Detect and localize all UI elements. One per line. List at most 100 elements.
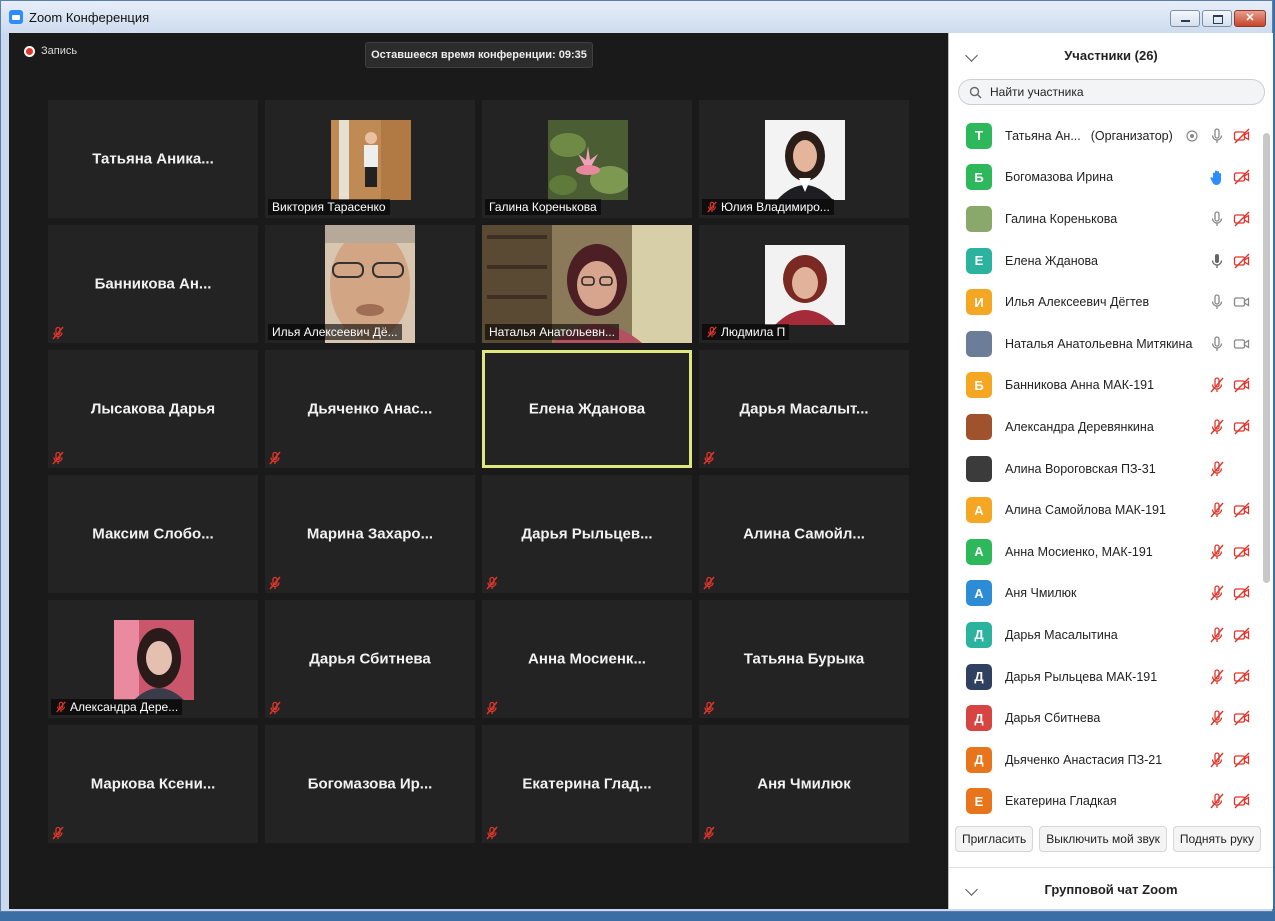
participant-row[interactable]: Д Дарья Рыльцева МАК-191	[949, 656, 1263, 698]
mute-me-button[interactable]: Выключить мой звук	[1039, 826, 1167, 852]
participant-name: Александра Деревянкина	[1005, 419, 1154, 434]
participant-video-tile[interactable]: Илья Алексеевич Дё...	[265, 225, 475, 343]
participant-status-icons	[1208, 573, 1251, 615]
muted-mic-icon[interactable]	[1208, 418, 1226, 436]
camera-off-icon[interactable]	[1233, 210, 1251, 228]
muted-mic-icon[interactable]	[1208, 584, 1226, 602]
muted-mic-icon[interactable]	[1208, 626, 1226, 644]
participant-row[interactable]: Б Богомазова Ирина	[949, 157, 1263, 199]
participant-video-tile[interactable]: Елена Жданова	[482, 350, 692, 468]
recording-indicator[interactable]: Запись	[24, 45, 77, 57]
camera-off-icon[interactable]	[1233, 668, 1251, 686]
camera-off-icon[interactable]	[1233, 626, 1251, 644]
muted-mic-icon[interactable]	[1208, 792, 1226, 810]
search-input[interactable]	[988, 84, 1242, 100]
participant-row[interactable]: Т Татьяна Ан... (Организатор)	[949, 115, 1263, 157]
participant-row[interactable]: А Алина Самойлова МАК-191	[949, 489, 1263, 531]
microphone-icon[interactable]	[1208, 127, 1226, 145]
participant-search[interactable]	[958, 79, 1265, 105]
participant-video-tile[interactable]: Лысакова Дарья	[48, 350, 258, 468]
participant-video-tile[interactable]: Маркова Ксени...	[48, 725, 258, 843]
camera-off-icon[interactable]	[1233, 709, 1251, 727]
participant-video-tile[interactable]: Александра Дере...	[48, 600, 258, 718]
avatar: А	[966, 538, 992, 565]
participant-video-feed	[331, 120, 411, 200]
camera-off-icon[interactable]	[1233, 376, 1251, 394]
participant-video-tile[interactable]: Анна Мосиенк...	[482, 600, 692, 718]
participant-status-icons	[1208, 614, 1251, 656]
muted-mic-icon[interactable]	[1208, 376, 1226, 394]
muted-mic-icon[interactable]	[1208, 543, 1226, 561]
raised-hand-icon[interactable]	[1208, 168, 1226, 186]
participant-video-tile[interactable]: Марина Захаро...	[265, 475, 475, 593]
participant-video-tile[interactable]: Банникова Ан...	[48, 225, 258, 343]
microphone-icon[interactable]	[1208, 210, 1226, 228]
speaking-mic-icon[interactable]	[1208, 252, 1226, 270]
participant-video-tile[interactable]: Алина Самойл...	[699, 475, 909, 593]
participant-row[interactable]: Наталья Анатольевна Митякина	[949, 323, 1263, 365]
participant-video-tile[interactable]: Татьяна Аника...	[48, 100, 258, 218]
participant-row[interactable]: Е Екатерина Гладкая	[949, 781, 1263, 823]
participant-video-feed	[765, 120, 845, 200]
participant-row[interactable]: А Анна Мосиенко, МАК-191	[949, 531, 1263, 573]
camera-off-icon[interactable]	[1233, 127, 1251, 145]
participant-video-tile[interactable]: Галина Коренькова	[482, 100, 692, 218]
participant-row[interactable]: Алина Вороговская ПЗ-31	[949, 448, 1263, 490]
camera-off-icon[interactable]	[1233, 252, 1251, 270]
participant-row[interactable]: Е Елена Жданова	[949, 240, 1263, 282]
participant-row[interactable]: Александра Деревянкина	[949, 406, 1263, 448]
microphone-icon[interactable]	[1208, 293, 1226, 311]
participant-video-tile[interactable]: Наталья Анатольевн...	[482, 225, 692, 343]
participant-video-tile[interactable]: Аня Чмилюк	[699, 725, 909, 843]
microphone-icon[interactable]	[1208, 335, 1226, 353]
participant-row[interactable]: Галина Коренькова	[949, 198, 1263, 240]
camera-off-icon[interactable]	[1233, 584, 1251, 602]
window-controls	[1170, 10, 1266, 27]
participants-header: Участники (26)	[949, 33, 1273, 77]
participant-row[interactable]: Д Дарья Сбитнева	[949, 697, 1263, 739]
participant-row[interactable]: И Илья Алексеевич Дёгтев	[949, 281, 1263, 323]
raise-hand-button[interactable]: Поднять руку	[1172, 826, 1262, 852]
camera-icon[interactable]	[1233, 293, 1251, 311]
muted-mic-icon[interactable]	[1208, 709, 1226, 727]
participant-list-scrollbar[interactable]	[1263, 133, 1270, 583]
camera-off-icon[interactable]	[1233, 543, 1251, 561]
participant-video-tile[interactable]: Дарья Сбитнева	[265, 600, 475, 718]
muted-mic-icon[interactable]	[1208, 668, 1226, 686]
participant-video-tile[interactable]: Людмила П	[699, 225, 909, 343]
camera-icon[interactable]	[1233, 335, 1251, 353]
participant-video-tile[interactable]: Дарья Рыльцев...	[482, 475, 692, 593]
participant-video-tile[interactable]: Юлия Владимиро...	[699, 100, 909, 218]
minimize-button[interactable]	[1170, 10, 1200, 27]
chat-header[interactable]: Групповой чат Zoom	[949, 867, 1273, 910]
close-button[interactable]	[1234, 10, 1266, 27]
participant-video-tile[interactable]: Екатерина Глад...	[482, 725, 692, 843]
muted-mic-icon	[706, 326, 718, 338]
camera-off-icon[interactable]	[1233, 501, 1251, 519]
muted-mic-icon[interactable]	[1208, 460, 1226, 478]
camera-off-icon[interactable]	[1233, 751, 1251, 769]
participant-name: Илья Алексеевич Дёгтев	[1005, 295, 1150, 310]
avatar: Д	[966, 663, 992, 690]
participant-video-tile[interactable]: Максим Слобо...	[48, 475, 258, 593]
title-bar[interactable]: Zoom Конференция	[1, 1, 1272, 33]
participant-video-tile[interactable]: Татьяна Бурыка	[699, 600, 909, 718]
participant-row[interactable]: Б Банникова Анна МАК-191	[949, 365, 1263, 407]
participant-row[interactable]: Д Дарья Масалытина	[949, 614, 1263, 656]
maximize-button[interactable]	[1202, 10, 1232, 27]
camera-off-icon[interactable]	[1233, 792, 1251, 810]
participant-video-tile[interactable]: Дьяченко Анас...	[265, 350, 475, 468]
participant-video-tile[interactable]: Дарья Масалыт...	[699, 350, 909, 468]
muted-mic-icon	[268, 701, 282, 715]
muted-mic-icon[interactable]	[1208, 751, 1226, 769]
participant-row[interactable]: Д Дьяченко Анастасия ПЗ-21	[949, 739, 1263, 781]
muted-mic-icon[interactable]	[1208, 501, 1226, 519]
participant-video-tile[interactable]: Виктория Тарасенко	[265, 100, 475, 218]
participant-row[interactable]: А Аня Чмилюк	[949, 573, 1263, 615]
participant-video-tile[interactable]: Богомазова Ир...	[265, 725, 475, 843]
avatar: Б	[966, 372, 992, 399]
invite-button[interactable]: Пригласить	[955, 826, 1034, 852]
camera-off-icon[interactable]	[1233, 168, 1251, 186]
tile-participant-name: Богомазова Ир...	[307, 775, 433, 793]
camera-off-icon[interactable]	[1233, 418, 1251, 436]
